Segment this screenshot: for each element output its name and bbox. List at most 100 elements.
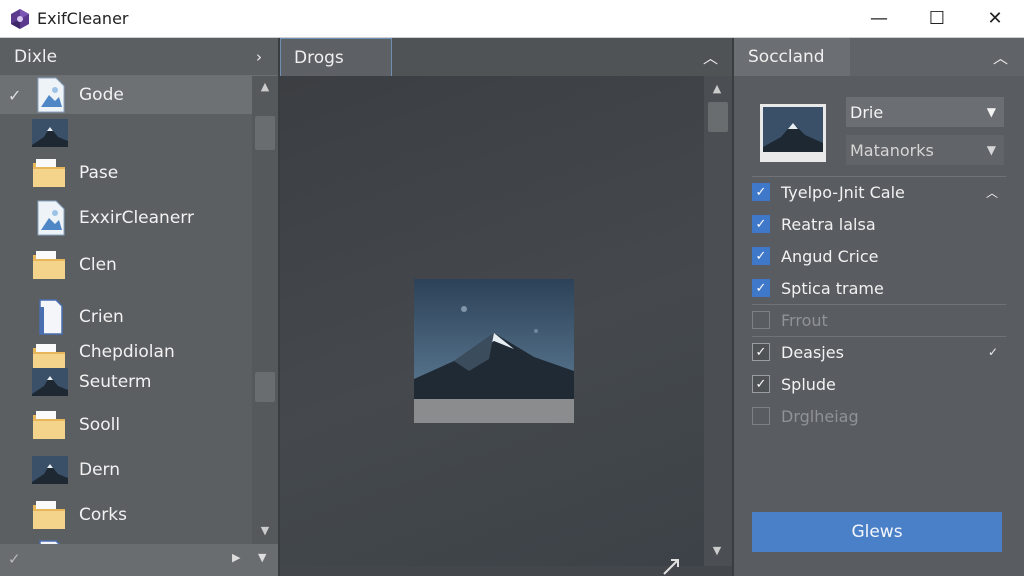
checkbox-row[interactable]: ✓ Splude — [752, 370, 1006, 398]
checkbox-label: Angud Crice — [781, 246, 879, 266]
check-icon: ✓ — [8, 85, 22, 105]
checkbox-row[interactable]: ✓ Sptica trame — [752, 274, 1006, 302]
checkbox-label: Reatra lalsa — [781, 214, 876, 234]
list-item[interactable]: Pase — [0, 152, 252, 194]
close-button[interactable]: ✕ — [966, 0, 1024, 38]
image-thumbnail — [760, 104, 826, 162]
list-item[interactable]: ✓ Gode — [0, 76, 252, 114]
expand-icon[interactable] — [660, 556, 682, 576]
file-list-scrollbar[interactable]: ▲ ▼ — [252, 76, 278, 576]
checkbox[interactable] — [752, 407, 770, 425]
list-item-label: Corks — [79, 505, 127, 525]
list-item[interactable]: Clen — [0, 242, 252, 288]
list-item[interactable]: Seuterm — [0, 364, 252, 400]
minimize-button[interactable]: — — [850, 0, 908, 38]
chevron-right-icon[interactable]: › — [256, 48, 262, 66]
divider — [752, 304, 1006, 305]
checkbox-label: Deasjes — [781, 342, 844, 362]
tab-soccland[interactable]: Soccland — [734, 38, 850, 76]
file-list: ✓ Gode Pase ExxirCleanerr Clen Crien Chepdiola… — [0, 76, 252, 576]
checkbox[interactable]: ✓ — [752, 247, 770, 265]
image-file-icon — [30, 200, 70, 236]
scroll-down-icon[interactable]: ▼ — [252, 524, 278, 544]
list-item[interactable]: Crien — [0, 296, 252, 338]
landscape-thumbnail-icon — [30, 364, 70, 400]
file-list-panel: Dixle › ✓ Gode Pase ExxirCleanerr Clen Crien C… — [0, 38, 278, 576]
maximize-button[interactable]: ☐ — [908, 0, 966, 38]
checkbox-label: Frrout — [781, 310, 828, 330]
checkbox-label: Splude — [781, 374, 836, 394]
app-title: ExifCleaner — [37, 9, 129, 28]
metadata-dropdown[interactable]: Matanorks ▼ — [846, 135, 1004, 165]
preview-scrollbar[interactable]: ▲ ▼ — [704, 76, 732, 566]
checkbox[interactable] — [752, 311, 770, 329]
metadata-dropdown-value: Matanorks — [850, 140, 934, 160]
format-dropdown[interactable]: Drie ▼ — [846, 97, 1004, 127]
list-item[interactable]: Dern — [0, 450, 252, 490]
scroll-thumb[interactable] — [708, 102, 728, 132]
landscape-thumbnail-icon — [30, 115, 70, 151]
chevron-up-icon[interactable]: ︿ — [986, 184, 998, 201]
scroll-up-icon[interactable]: ▲ — [704, 82, 730, 102]
format-dropdown-value: Drie — [850, 102, 884, 122]
document-icon — [30, 299, 70, 335]
checkbox-row[interactable]: Drglheiag — [752, 402, 1006, 430]
chevron-down-icon: ▼ — [986, 143, 996, 157]
checkbox[interactable]: ✓ — [752, 375, 770, 393]
chevron-up-icon[interactable]: ︿ — [993, 47, 1008, 68]
divider — [752, 176, 1006, 177]
checkbox-row[interactable]: ✓ Deasjes ✓ — [752, 338, 1006, 366]
list-item[interactable]: Corks — [0, 494, 252, 536]
preview-area — [280, 76, 704, 575]
checkbox-row[interactable]: ✓ Reatra lalsa — [752, 210, 1006, 238]
file-list-footer: ✓ ▶ ▼ — [0, 544, 278, 576]
preview-header: Drogs ︿ — [280, 38, 732, 76]
preview-image-frame — [414, 279, 574, 423]
checkbox-row[interactable]: Frrout — [752, 306, 1006, 334]
list-item[interactable]: ExxirCleanerr — [0, 198, 252, 238]
play-icon[interactable]: ▶ — [232, 551, 240, 564]
title-bar: ExifCleaner — ☐ ✕ — [0, 0, 1024, 38]
checkbox-label: Sptica trame — [781, 278, 884, 298]
settings-panel: Soccland ︿ Drie ▼ Matanorks ▼ ✓ Tyelpo-Jn… — [734, 38, 1024, 576]
list-item[interactable]: Chepdiolan — [0, 340, 252, 372]
list-item-label: Sooll — [79, 415, 121, 435]
mountain-preview-image[interactable] — [414, 279, 574, 399]
checkbox-row[interactable]: ✓ Tyelpo-Jnit Cale ︿ — [752, 178, 1006, 206]
list-item-label: Gode — [79, 85, 124, 105]
list-item-label: Chepdiolan — [79, 342, 175, 362]
tab-drogs[interactable]: Drogs — [280, 38, 392, 76]
folder-icon — [30, 247, 70, 283]
scroll-down-icon[interactable]: ▼ — [704, 544, 730, 564]
check-icon: ✓ — [987, 345, 998, 359]
divider — [752, 336, 1006, 337]
landscape-thumbnail-icon — [30, 452, 70, 488]
list-item-label: Seuterm — [79, 372, 152, 392]
chevron-down-icon[interactable]: ▼ — [258, 551, 266, 564]
file-list-header[interactable]: Dixle › — [0, 38, 278, 76]
folder-icon — [30, 155, 70, 191]
glews-button[interactable]: Glews — [752, 512, 1002, 552]
checkbox[interactable]: ✓ — [752, 279, 770, 297]
list-item[interactable] — [0, 114, 252, 152]
scroll-thumb-secondary[interactable] — [255, 372, 275, 402]
settings-header: Soccland ︿ — [734, 38, 1024, 76]
scroll-up-icon[interactable]: ▲ — [252, 80, 278, 100]
checkbox[interactable]: ✓ — [752, 183, 770, 201]
list-item-label: ExxirCleanerr — [79, 208, 194, 228]
checkbox-row[interactable]: ✓ Angud Crice — [752, 242, 1006, 270]
list-item-label: Crien — [79, 307, 124, 327]
checkbox-label: Tyelpo-Jnit Cale — [781, 182, 905, 202]
mountain-thumbnail-icon — [763, 107, 823, 152]
list-item-label: Pase — [79, 163, 119, 183]
folder-icon — [30, 497, 70, 533]
scroll-thumb[interactable] — [255, 116, 275, 150]
checkbox[interactable]: ✓ — [752, 343, 770, 361]
list-item[interactable]: Sooll — [0, 404, 252, 446]
folder-icon — [30, 407, 70, 443]
preview-panel: Drogs ︿ ▲ ▼ — [280, 38, 732, 576]
chevron-up-icon[interactable]: ︿ — [703, 47, 718, 68]
image-file-icon — [30, 77, 70, 113]
chevron-down-icon: ▼ — [986, 105, 996, 119]
checkbox[interactable]: ✓ — [752, 215, 770, 233]
